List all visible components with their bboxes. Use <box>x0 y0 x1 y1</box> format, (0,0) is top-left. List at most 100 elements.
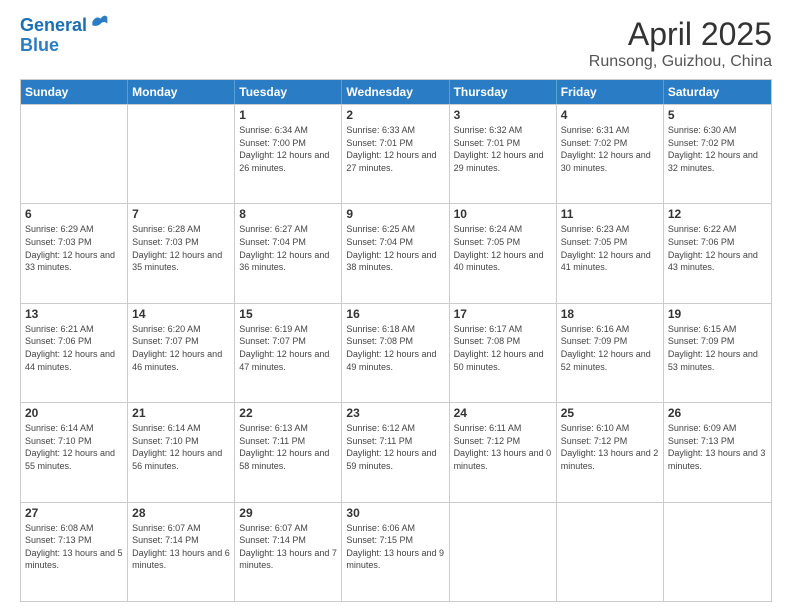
calendar-cell: 21 Sunrise: 6:14 AMSunset: 7:10 PMDayligh… <box>128 403 235 501</box>
calendar-cell: 10 Sunrise: 6:24 AMSunset: 7:05 PMDayligh… <box>450 204 557 302</box>
day-number: 5 <box>668 108 767 122</box>
day-info: Sunrise: 6:16 AMSunset: 7:09 PMDaylight:… <box>561 323 659 373</box>
day-number: 24 <box>454 406 552 420</box>
logo-icon <box>89 12 109 32</box>
calendar-day-header: Monday <box>128 80 235 104</box>
day-number: 15 <box>239 307 337 321</box>
calendar-cell: 4 Sunrise: 6:31 AMSunset: 7:02 PMDaylight… <box>557 105 664 203</box>
calendar-cell: 28Sunrise: 6:07 AMSunset: 7:14 PMDayligh… <box>128 503 235 601</box>
day-number: 25 <box>561 406 659 420</box>
calendar-cell: 16 Sunrise: 6:18 AMSunset: 7:08 PMDayligh… <box>342 304 449 402</box>
day-info: Sunrise: 6:18 AMSunset: 7:08 PMDaylight:… <box>346 323 444 373</box>
calendar-day-header: Saturday <box>664 80 771 104</box>
calendar-cell: 26 Sunrise: 6:09 AMSunset: 7:13 PMDayligh… <box>664 403 771 501</box>
calendar-day-header: Tuesday <box>235 80 342 104</box>
calendar-week: 6 Sunrise: 6:29 AMSunset: 7:03 PMDaylight… <box>21 203 771 302</box>
calendar-cell: 11Sunrise: 6:23 AMSunset: 7:05 PMDayligh… <box>557 204 664 302</box>
page: General Blue April 2025 Runsong, Guizhou… <box>0 0 792 612</box>
calendar-cell: 14 Sunrise: 6:20 AMSunset: 7:07 PMDayligh… <box>128 304 235 402</box>
page-title: April 2025 <box>589 16 772 53</box>
day-info: Sunrise: 6:20 AMSunset: 7:07 PMDaylight:… <box>132 323 230 373</box>
calendar-cell: 17 Sunrise: 6:17 AMSunset: 7:08 PMDayligh… <box>450 304 557 402</box>
day-info: Sunrise: 6:07 AMSunset: 7:14 PMDaylight:… <box>239 522 337 572</box>
day-info: Sunrise: 6:11 AMSunset: 7:12 PMDaylight:… <box>454 422 552 472</box>
day-number: 10 <box>454 207 552 221</box>
day-info: Sunrise: 6:21 AMSunset: 7:06 PMDaylight:… <box>25 323 123 373</box>
calendar-cell: 5 Sunrise: 6:30 AMSunset: 7:02 PMDaylight… <box>664 105 771 203</box>
day-number: 27 <box>25 506 123 520</box>
calendar-cell: 13 Sunrise: 6:21 AMSunset: 7:06 PMDayligh… <box>21 304 128 402</box>
calendar-cell <box>128 105 235 203</box>
day-number: 12 <box>668 207 767 221</box>
day-info: Sunrise: 6:12 AMSunset: 7:11 PMDaylight:… <box>346 422 444 472</box>
calendar-week: 1Sunrise: 6:34 AMSunset: 7:00 PMDaylight… <box>21 104 771 203</box>
day-number: 19 <box>668 307 767 321</box>
day-number: 18 <box>561 307 659 321</box>
calendar-cell: 9Sunrise: 6:25 AMSunset: 7:04 PMDaylight… <box>342 204 449 302</box>
day-number: 11 <box>561 207 659 221</box>
day-info: Sunrise: 6:28 AMSunset: 7:03 PMDaylight:… <box>132 223 230 273</box>
day-number: 22 <box>239 406 337 420</box>
day-info: Sunrise: 6:22 AMSunset: 7:06 PMDaylight:… <box>668 223 767 273</box>
header: General Blue April 2025 Runsong, Guizhou… <box>20 16 772 71</box>
day-info: Sunrise: 6:14 AMSunset: 7:10 PMDaylight:… <box>132 422 230 472</box>
calendar-week: 20 Sunrise: 6:14 AMSunset: 7:10 PMDayligh… <box>21 402 771 501</box>
calendar-week: 27 Sunrise: 6:08 AMSunset: 7:13 PMDayligh… <box>21 502 771 601</box>
day-info: Sunrise: 6:30 AMSunset: 7:02 PMDaylight:… <box>668 124 767 174</box>
day-info: Sunrise: 6:10 AMSunset: 7:12 PMDaylight:… <box>561 422 659 472</box>
calendar-cell: 2Sunrise: 6:33 AMSunset: 7:01 PMDaylight… <box>342 105 449 203</box>
calendar-day-header: Wednesday <box>342 80 449 104</box>
calendar-body: 1Sunrise: 6:34 AMSunset: 7:00 PMDaylight… <box>21 104 771 601</box>
day-number: 21 <box>132 406 230 420</box>
calendar-cell <box>450 503 557 601</box>
day-info: Sunrise: 6:17 AMSunset: 7:08 PMDaylight:… <box>454 323 552 373</box>
day-number: 2 <box>346 108 444 122</box>
logo-text2: Blue <box>20 36 109 56</box>
calendar-cell: 20Sunrise: 6:14 AMSunset: 7:10 PMDayligh… <box>21 403 128 501</box>
day-number: 30 <box>346 506 444 520</box>
calendar-cell: 18 Sunrise: 6:16 AMSunset: 7:09 PMDayligh… <box>557 304 664 402</box>
day-number: 29 <box>239 506 337 520</box>
day-number: 17 <box>454 307 552 321</box>
calendar-week: 13 Sunrise: 6:21 AMSunset: 7:06 PMDayligh… <box>21 303 771 402</box>
day-info: Sunrise: 6:09 AMSunset: 7:13 PMDaylight:… <box>668 422 767 472</box>
day-info: Sunrise: 6:06 AMSunset: 7:15 PMDaylight:… <box>346 522 444 572</box>
day-info: Sunrise: 6:32 AMSunset: 7:01 PMDaylight:… <box>454 124 552 174</box>
calendar-cell <box>21 105 128 203</box>
calendar-cell: 30 Sunrise: 6:06 AMSunset: 7:15 PMDayligh… <box>342 503 449 601</box>
calendar-cell: 3 Sunrise: 6:32 AMSunset: 7:01 PMDaylight… <box>450 105 557 203</box>
calendar-cell: 23 Sunrise: 6:12 AMSunset: 7:11 PMDayligh… <box>342 403 449 501</box>
calendar-cell: 8Sunrise: 6:27 AMSunset: 7:04 PMDaylight… <box>235 204 342 302</box>
calendar-cell: 12 Sunrise: 6:22 AMSunset: 7:06 PMDayligh… <box>664 204 771 302</box>
day-info: Sunrise: 6:15 AMSunset: 7:09 PMDaylight:… <box>668 323 767 373</box>
title-block: April 2025 Runsong, Guizhou, China <box>589 16 772 71</box>
day-info: Sunrise: 6:25 AMSunset: 7:04 PMDaylight:… <box>346 223 444 273</box>
calendar-cell: 1Sunrise: 6:34 AMSunset: 7:00 PMDaylight… <box>235 105 342 203</box>
day-number: 8 <box>239 207 337 221</box>
calendar-cell <box>557 503 664 601</box>
calendar-cell: 22Sunrise: 6:13 AMSunset: 7:11 PMDayligh… <box>235 403 342 501</box>
day-info: Sunrise: 6:24 AMSunset: 7:05 PMDaylight:… <box>454 223 552 273</box>
day-info: Sunrise: 6:19 AMSunset: 7:07 PMDaylight:… <box>239 323 337 373</box>
day-info: Sunrise: 6:34 AMSunset: 7:00 PMDaylight:… <box>239 124 337 174</box>
day-number: 23 <box>346 406 444 420</box>
day-number: 4 <box>561 108 659 122</box>
day-number: 28 <box>132 506 230 520</box>
day-info: Sunrise: 6:08 AMSunset: 7:13 PMDaylight:… <box>25 522 123 572</box>
calendar-header: SundayMondayTuesdayWednesdayThursdayFrid… <box>21 80 771 104</box>
day-info: Sunrise: 6:31 AMSunset: 7:02 PMDaylight:… <box>561 124 659 174</box>
calendar: SundayMondayTuesdayWednesdayThursdayFrid… <box>20 79 772 602</box>
day-number: 6 <box>25 207 123 221</box>
calendar-cell <box>664 503 771 601</box>
day-number: 14 <box>132 307 230 321</box>
day-number: 20 <box>25 406 123 420</box>
calendar-day-header: Thursday <box>450 80 557 104</box>
day-number: 13 <box>25 307 123 321</box>
calendar-cell: 25 Sunrise: 6:10 AMSunset: 7:12 PMDayligh… <box>557 403 664 501</box>
day-info: Sunrise: 6:29 AMSunset: 7:03 PMDaylight:… <box>25 223 123 273</box>
day-number: 16 <box>346 307 444 321</box>
calendar-cell: 24 Sunrise: 6:11 AMSunset: 7:12 PMDayligh… <box>450 403 557 501</box>
page-subtitle: Runsong, Guizhou, China <box>589 53 772 71</box>
day-number: 3 <box>454 108 552 122</box>
day-number: 26 <box>668 406 767 420</box>
